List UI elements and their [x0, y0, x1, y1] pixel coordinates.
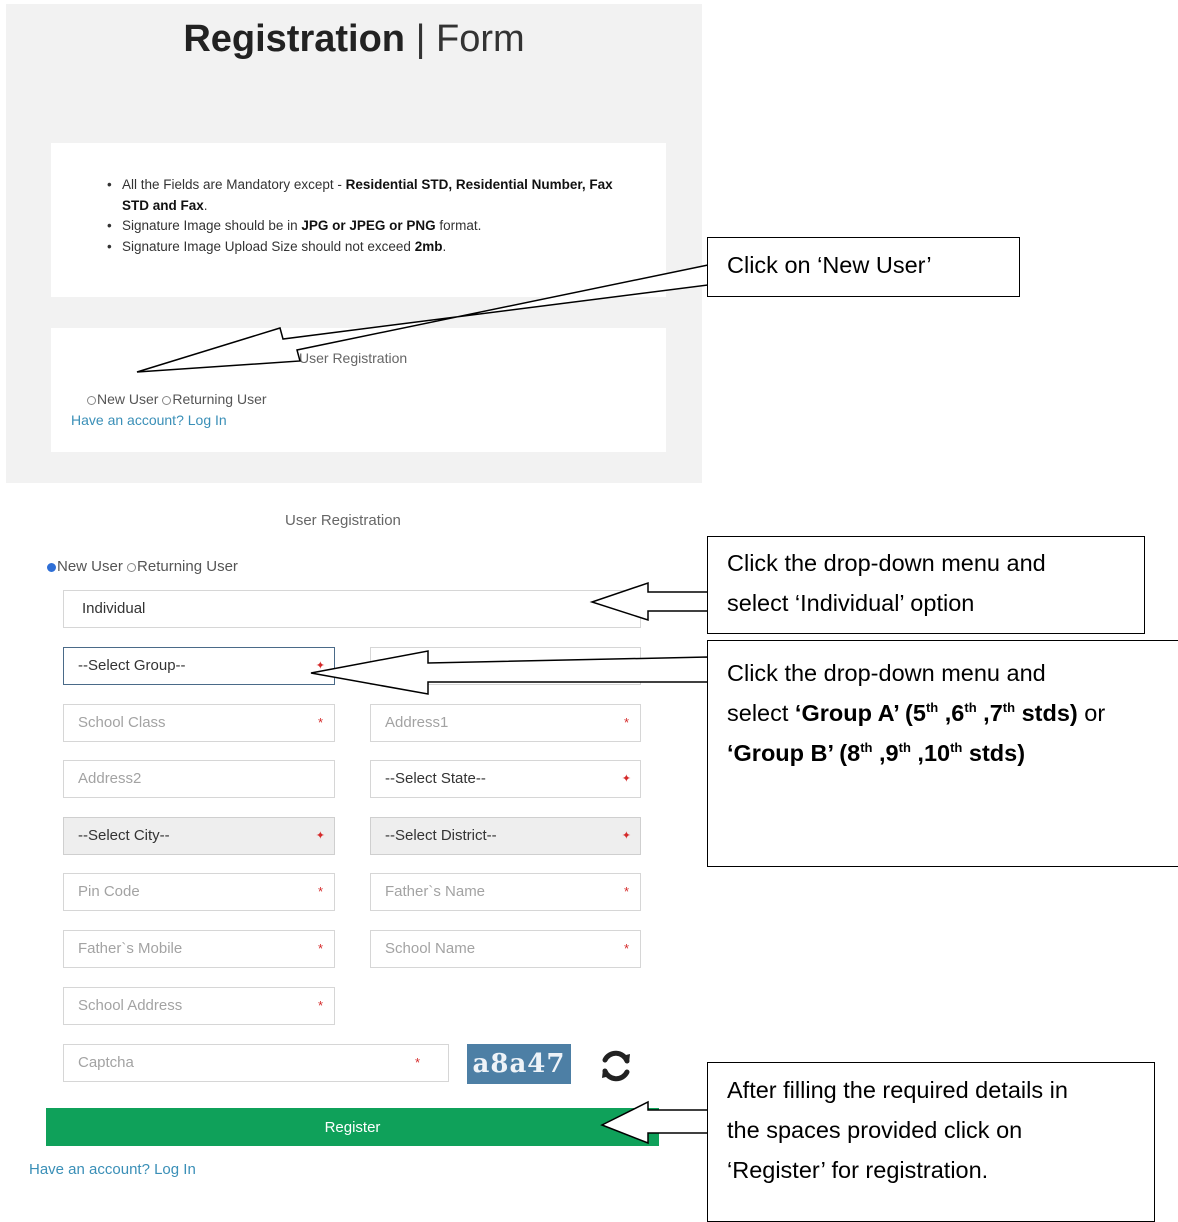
callout-fragment: stds): [1015, 700, 1078, 726]
callout-fragment: select: [727, 700, 795, 726]
callout-text: select ‘Group A’ (5th ,6th ,7th stds) or: [727, 693, 1167, 733]
superscript: th: [898, 740, 911, 756]
callout-fragment: stds): [962, 740, 1026, 766]
superscript: th: [950, 740, 963, 756]
callout-text: select ‘Individual’ option: [727, 590, 975, 616]
callout-group: Click the drop-down menu and select ‘Gro…: [707, 640, 1178, 867]
superscript: th: [964, 700, 977, 716]
arrow-to-individual: [589, 581, 709, 622]
arrow-to-register: [600, 1100, 709, 1145]
callout-individual: Click the drop-down menu and select ‘Ind…: [707, 536, 1145, 634]
callout-fragment: ,: [976, 700, 990, 726]
superscript: th: [925, 700, 939, 716]
callout-text: Click the drop-down menu and: [727, 660, 1046, 686]
callout-text: Click the drop-down menu and: [727, 550, 1046, 576]
callout-text: ‘Group B’ (8th ,9th ,10th stds): [727, 733, 1167, 773]
callout-fragment: ‘Group A’ (5: [794, 700, 926, 726]
superscript: th: [860, 740, 873, 756]
group-a-label: ‘Group A’ (5th ,6th ,7th stds): [795, 700, 1078, 726]
callout-fragment: 6: [951, 700, 965, 726]
callout-fragment: 9: [885, 740, 899, 766]
callout-text: Click on ‘New User’: [727, 252, 932, 278]
callout-text: After filling the required details in: [727, 1077, 1068, 1103]
callout-fragment: ‘Group B’ (8: [727, 740, 861, 766]
callout-new-user: Click on ‘New User’: [707, 237, 1020, 297]
callout-fragment: 10: [923, 740, 951, 766]
callout-fragment: or: [1077, 700, 1106, 726]
callout-fragment: 7: [989, 700, 1003, 726]
group-b-label: ‘Group B’ (8th ,9th ,10th stds): [727, 740, 1025, 766]
callout-fragment: ,: [938, 700, 952, 726]
callout-register: After filling the required details in th…: [707, 1062, 1155, 1222]
callout-text: the spaces provided click on: [727, 1117, 1023, 1143]
callout-fragment: ,: [872, 740, 886, 766]
superscript: th: [1002, 700, 1016, 716]
arrow-to-new-user: [136, 264, 709, 373]
callout-text: ‘Register’ for registration.: [727, 1157, 989, 1183]
callout-fragment: ,: [910, 740, 924, 766]
arrow-to-group-select: [310, 650, 709, 695]
